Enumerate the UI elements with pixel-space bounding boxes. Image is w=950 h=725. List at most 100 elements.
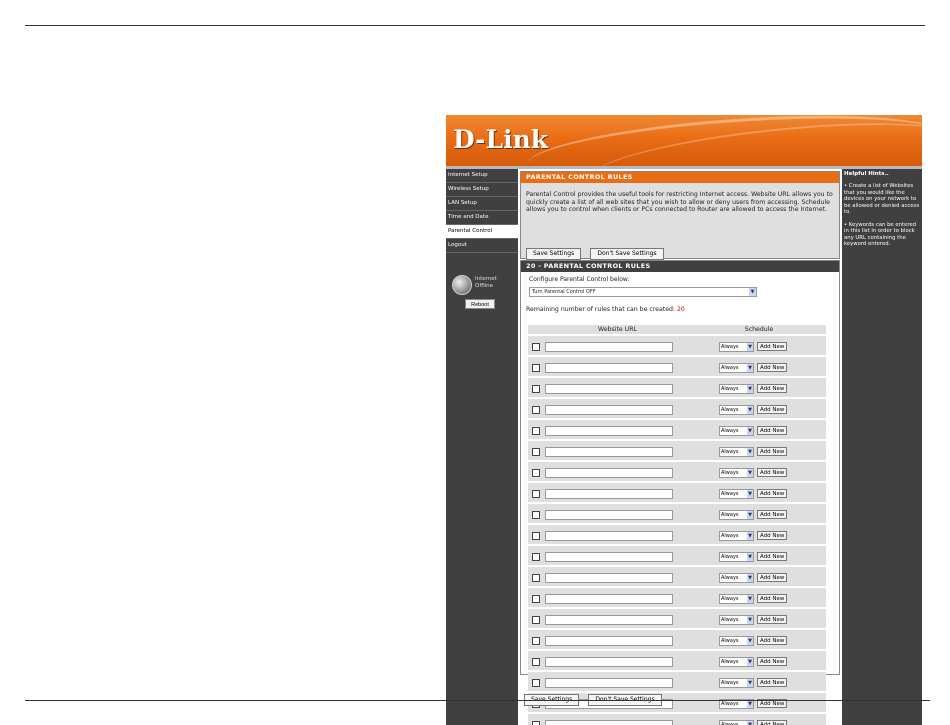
add-new-schedule-button[interactable]: Add New	[757, 363, 788, 372]
website-url-input[interactable]	[545, 488, 673, 499]
add-new-schedule-button[interactable]: Add New	[757, 615, 788, 624]
website-url-input[interactable]	[545, 719, 673, 725]
schedule-select[interactable]: Always ▼	[719, 551, 754, 562]
website-url-input[interactable]	[545, 446, 673, 457]
schedule-select[interactable]: Always ▼	[719, 362, 754, 373]
add-new-schedule-button[interactable]: Add New	[757, 531, 788, 540]
rule-enable-checkbox[interactable]	[531, 720, 540, 725]
column-header-url: Website URL	[543, 325, 692, 335]
website-url-input[interactable]	[545, 383, 673, 394]
schedule-select[interactable]: Always ▼	[719, 467, 754, 478]
schedule-select[interactable]: Always ▼	[719, 446, 754, 457]
add-new-schedule-button[interactable]: Add New	[757, 552, 788, 561]
rule-enable-checkbox[interactable]	[531, 615, 540, 624]
table-row: Always ▼ Add New	[528, 355, 826, 377]
internet-status: Internet Offline	[446, 275, 518, 301]
rule-enable-checkbox[interactable]	[531, 573, 540, 582]
parental-control-mode-select[interactable]: Turn Parental Control OFF ▼	[529, 287, 757, 297]
table-row: Always ▼ Add New	[528, 481, 826, 503]
rule-enable-checkbox[interactable]	[531, 468, 540, 477]
rule-enable-checkbox[interactable]	[531, 426, 540, 435]
add-new-schedule-button[interactable]: Add New	[757, 405, 788, 414]
schedule-select[interactable]: Always ▼	[719, 404, 754, 415]
schedule-select[interactable]: Always ▼	[719, 572, 754, 583]
table-row: Always ▼ Add New	[528, 418, 826, 440]
router-web-ui: D-Link Internet Setup Wireless Setup LAN…	[446, 115, 922, 725]
panel-description: Parental Control provides the useful too…	[526, 191, 833, 213]
hint-keywords: • Keywords can be entered in this list i…	[844, 221, 917, 248]
website-url-input[interactable]	[545, 362, 673, 373]
save-settings-button[interactable]: Save Settings	[526, 248, 582, 260]
add-new-schedule-button[interactable]: Add New	[757, 489, 788, 498]
add-new-schedule-button[interactable]: Add New	[757, 510, 788, 519]
website-url-input[interactable]	[545, 425, 673, 436]
website-url-input[interactable]	[545, 404, 673, 415]
website-url-input[interactable]	[545, 341, 673, 352]
rule-enable-checkbox[interactable]	[531, 531, 540, 540]
rule-enable-checkbox[interactable]	[531, 384, 540, 393]
sidebar-item-time-and-date[interactable]: Time and Date	[446, 211, 518, 225]
website-url-input[interactable]	[545, 551, 673, 562]
add-new-schedule-button[interactable]: Add New	[757, 657, 788, 666]
schedule-select[interactable]: Always ▼	[719, 509, 754, 520]
add-new-schedule-button[interactable]: Add New	[757, 426, 788, 435]
schedule-select[interactable]: Always ▼	[719, 425, 754, 436]
rule-enable-checkbox[interactable]	[531, 489, 540, 498]
table-row: Always ▼ Add New	[528, 565, 826, 587]
schedule-select[interactable]: Always ▼	[719, 593, 754, 604]
schedule-select[interactable]: Always ▼	[719, 530, 754, 541]
chevron-down-icon: ▼	[747, 405, 753, 414]
schedule-select[interactable]: Always ▼	[719, 488, 754, 499]
add-new-schedule-button[interactable]: Add New	[757, 573, 788, 582]
website-url-input[interactable]	[545, 614, 673, 625]
add-new-schedule-button[interactable]: Add New	[757, 342, 788, 351]
rule-enable-checkbox[interactable]	[531, 447, 540, 456]
reboot-button[interactable]: Reboot	[465, 299, 495, 309]
helpful-hints-panel: Helpful Hints.. • Create a list of Websi…	[842, 169, 922, 725]
sidebar-item-internet-setup[interactable]: Internet Setup	[446, 169, 518, 183]
add-new-schedule-button[interactable]: Add New	[757, 636, 788, 645]
schedule-select[interactable]: Always ▼	[719, 614, 754, 625]
sidebar-item-parental-control[interactable]: Parental Control	[446, 225, 518, 239]
sidebar-item-logout[interactable]: Logout	[446, 239, 518, 253]
chevron-down-icon: ▼	[747, 510, 753, 519]
rule-enable-checkbox[interactable]	[531, 636, 540, 645]
chevron-down-icon: ▼	[747, 384, 753, 393]
website-url-input[interactable]	[545, 530, 673, 541]
rule-enable-checkbox[interactable]	[531, 657, 540, 666]
website-url-input[interactable]	[545, 572, 673, 583]
schedule-select[interactable]: Always ▼	[719, 341, 754, 352]
sidebar-item-wireless-setup[interactable]: Wireless Setup	[446, 183, 518, 197]
website-url-input[interactable]	[545, 593, 673, 604]
table-row: Always ▼ Add New	[528, 544, 826, 566]
add-new-schedule-button[interactable]: Add New	[757, 468, 788, 477]
website-url-input[interactable]	[545, 656, 673, 667]
schedule-select[interactable]: Always ▼	[719, 719, 754, 725]
chevron-down-icon: ▼	[747, 573, 753, 582]
dlink-logo: D-Link	[453, 125, 549, 154]
add-new-schedule-button[interactable]: Add New	[757, 447, 788, 456]
rule-enable-checkbox[interactable]	[531, 510, 540, 519]
schedule-select[interactable]: Always ▼	[719, 677, 754, 688]
website-url-input[interactable]	[545, 509, 673, 520]
add-new-schedule-button[interactable]: Add New	[757, 594, 788, 603]
rules-table: Website URL Schedule Always ▼ Add New Alway…	[528, 325, 826, 725]
add-new-schedule-button[interactable]: Add New	[757, 384, 788, 393]
schedule-select[interactable]: Always ▼	[719, 635, 754, 646]
dont-save-settings-button[interactable]: Don't Save Settings	[590, 248, 664, 260]
schedule-select[interactable]: Always ▼	[719, 383, 754, 394]
add-new-schedule-button[interactable]: Add New	[757, 678, 788, 687]
rule-enable-checkbox[interactable]	[531, 552, 540, 561]
table-row: Always ▼ Add New	[528, 586, 826, 608]
schedule-select[interactable]: Always ▼	[719, 656, 754, 667]
rule-enable-checkbox[interactable]	[531, 405, 540, 414]
website-url-input[interactable]	[545, 635, 673, 646]
table-row: Always ▼ Add New	[528, 376, 826, 398]
sidebar-item-lan-setup[interactable]: LAN Setup	[446, 197, 518, 211]
table-row: Always ▼ Add New	[528, 334, 826, 356]
website-url-input[interactable]	[545, 467, 673, 478]
add-new-schedule-button[interactable]: Add New	[757, 720, 788, 725]
rule-enable-checkbox[interactable]	[531, 342, 540, 351]
rule-enable-checkbox[interactable]	[531, 363, 540, 372]
rule-enable-checkbox[interactable]	[531, 594, 540, 603]
